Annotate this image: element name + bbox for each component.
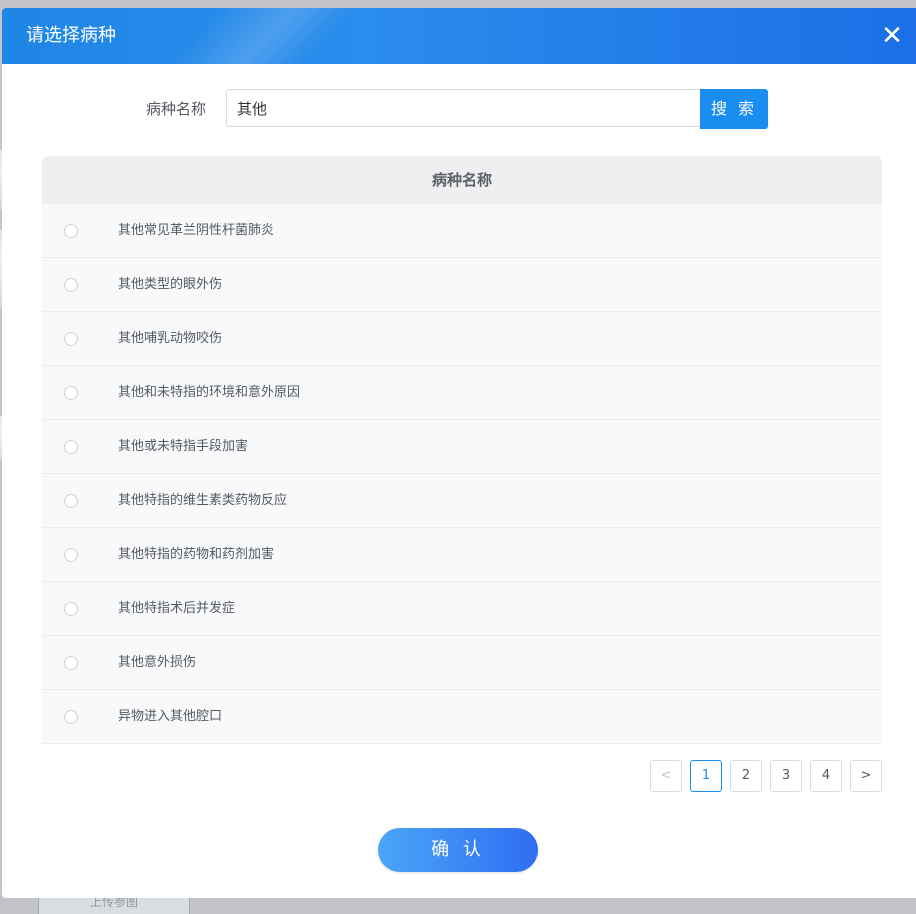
page-button-1[interactable]: 1	[690, 760, 722, 792]
disease-name: 其他或未特指手段加害	[118, 439, 249, 454]
disease-name: 其他特指的维生素类药物反应	[118, 493, 288, 508]
disease-name: 异物进入其他腔口	[118, 709, 223, 724]
disease-name: 其他常见革兰阴性杆菌肺炎	[118, 223, 275, 238]
table-row[interactable]: 异物进入其他腔口	[42, 690, 882, 744]
page-button-2[interactable]: 2	[730, 760, 762, 792]
next-page-button[interactable]: >	[850, 760, 882, 792]
row-radio[interactable]	[64, 656, 78, 670]
table-header: 病种名称	[42, 156, 882, 204]
select-disease-dialog: 请选择病种 ✕ 病种名称 搜 索 病种名称 其他常见革兰阴性杆菌肺炎其他类型的眼…	[2, 8, 916, 898]
row-radio[interactable]	[64, 332, 78, 346]
row-radio[interactable]	[64, 440, 78, 454]
table-row[interactable]: 其他哺乳动物咬伤	[42, 312, 882, 366]
row-radio[interactable]	[64, 548, 78, 562]
disease-name: 其他哺乳动物咬伤	[118, 331, 223, 346]
row-radio[interactable]	[64, 710, 78, 724]
search-input[interactable]	[226, 89, 700, 127]
disease-name: 其他意外损伤	[118, 655, 197, 670]
row-radio[interactable]	[64, 386, 78, 400]
row-radio[interactable]	[64, 278, 78, 292]
row-radio[interactable]	[64, 224, 78, 238]
page-button-3[interactable]: 3	[770, 760, 802, 792]
disease-name: 其他特指术后并发症	[118, 601, 236, 616]
search-row: 病种名称 搜 索	[2, 89, 916, 129]
page-button-4[interactable]: 4	[810, 760, 842, 792]
dialog-header: 请选择病种 ✕	[2, 8, 916, 64]
disease-name: 其他特指的药物和药剂加害	[118, 547, 275, 562]
dialog-title: 请选择病种	[26, 25, 116, 46]
search-button[interactable]: 搜 索	[700, 89, 768, 129]
table-row[interactable]: 其他特指的药物和药剂加害	[42, 528, 882, 582]
table-row[interactable]: 其他类型的眼外伤	[42, 258, 882, 312]
disease-table: 病种名称 其他常见革兰阴性杆菌肺炎 其他类型的眼外伤 其他哺乳动物咬伤其他和未特指的…	[42, 156, 882, 744]
table-row[interactable]: 其他意外损伤	[42, 636, 882, 690]
table-row[interactable]: 其他特指术后并发症	[42, 582, 882, 636]
prev-page-button[interactable]: <	[650, 760, 682, 792]
row-radio[interactable]	[64, 494, 78, 508]
search-label: 病种名称	[146, 100, 207, 118]
table-row[interactable]: 其他特指的维生素类药物反应	[42, 474, 882, 528]
confirm-button[interactable]: 确 认	[378, 828, 538, 872]
table-row[interactable]: 其他常见革兰阴性杆菌肺炎	[42, 204, 882, 258]
table-row[interactable]: 其他和未特指的环境和意外原因	[42, 366, 882, 420]
row-radio[interactable]	[64, 602, 78, 616]
disease-name: 其他和未特指的环境和意外原因	[118, 385, 301, 400]
table-row[interactable]: 其他或未特指手段加害	[42, 420, 882, 474]
close-icon[interactable]: ✕	[878, 22, 906, 50]
header-decoration	[116, 8, 388, 64]
disease-name: 其他类型的眼外伤	[118, 277, 223, 292]
